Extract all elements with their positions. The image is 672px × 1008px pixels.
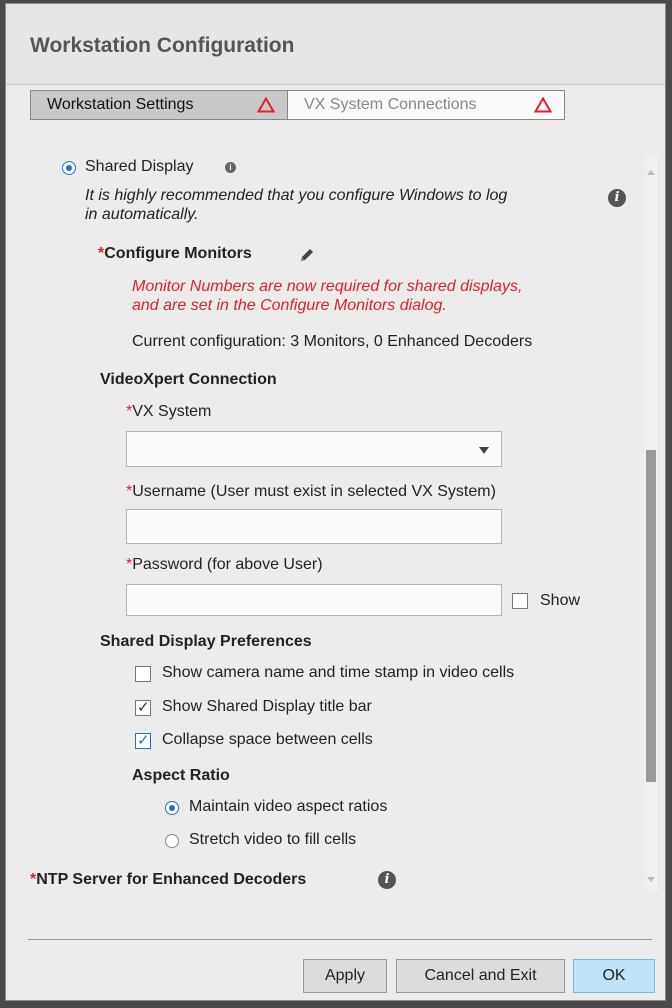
collapse-space-checkbox[interactable] [135, 731, 151, 749]
stretch-video-label: Stretch video to fill cells [189, 831, 357, 848]
vx-system-label: *VX System [126, 403, 211, 421]
show-camera-name-label: Show camera name and time stamp in video… [162, 664, 515, 681]
password-label: *Password (for above User) [126, 556, 323, 574]
tab-workstation-settings-label: Workstation Settings [47, 96, 194, 113]
ntp-server-label: NTP Server for Enhanced Decoders [36, 871, 307, 888]
autologin-hint-line2: in automatically. [85, 206, 199, 223]
tab-bar: Workstation Settings VX System Connectio… [30, 90, 565, 120]
workstation-configuration-dialog: Workstation Configuration Workstation Se… [5, 3, 666, 1001]
info-icon[interactable]: i [225, 162, 236, 173]
dialog-title: Workstation Configuration [30, 34, 295, 57]
shared-display-label: Shared Display [85, 158, 194, 175]
monitor-numbers-warning-line2: and are set in the Configure Monitors di… [132, 297, 447, 314]
show-title-bar-checkbox[interactable] [135, 698, 151, 716]
vertical-scrollbar[interactable] [644, 154, 658, 892]
scrollbar-thumb[interactable] [646, 450, 656, 782]
warning-triangle-icon [534, 97, 552, 113]
maintain-aspect-radio[interactable] [165, 801, 179, 815]
username-label-text: Username (User must exist in selected VX… [132, 483, 496, 500]
current-configuration-text: Current configuration: 3 Monitors, 0 Enh… [132, 333, 533, 350]
info-icon[interactable]: i [378, 871, 396, 889]
scroll-down-arrow-icon[interactable] [647, 877, 655, 882]
configure-monitors-heading[interactable]: *Configure Monitors [98, 245, 252, 263]
shared-display-preferences-heading: Shared Display Preferences [100, 633, 312, 650]
apply-button[interactable]: Apply [303, 959, 387, 993]
footer-divider [28, 939, 652, 940]
password-label-text: Password (for above User) [132, 556, 323, 573]
stretch-video-radio[interactable] [165, 834, 179, 848]
cancel-and-exit-button[interactable]: Cancel and Exit [396, 959, 565, 993]
show-password-label: Show [540, 592, 581, 609]
show-camera-name-checkbox[interactable] [135, 666, 151, 682]
videoxpert-connection-heading: VideoXpert Connection [100, 371, 277, 388]
pencil-edit-icon[interactable] [298, 246, 316, 264]
ok-button[interactable]: OK [573, 959, 655, 993]
aspect-ratio-heading: Aspect Ratio [132, 767, 230, 784]
vx-system-select[interactable] [126, 431, 502, 467]
username-label: *Username (User must exist in selected V… [126, 483, 496, 501]
info-icon[interactable]: i [608, 189, 626, 207]
collapse-space-label: Collapse space between cells [162, 731, 373, 748]
username-input[interactable] [126, 509, 502, 544]
configure-monitors-label: Configure Monitors [104, 245, 252, 262]
vx-system-label-text: VX System [132, 403, 212, 420]
dialog-titlebar: Workstation Configuration [6, 4, 665, 85]
chevron-down-icon [479, 447, 489, 454]
settings-scroll-area: Shared Display i It is highly recommende… [6, 144, 656, 889]
ntp-server-heading: *NTP Server for Enhanced Decoders [30, 871, 306, 889]
autologin-hint-line1: It is highly recommended that you config… [85, 187, 508, 204]
tab-workstation-settings[interactable]: Workstation Settings [30, 90, 288, 120]
monitor-numbers-warning-line1: Monitor Numbers are now required for sha… [132, 278, 523, 295]
password-input[interactable] [126, 584, 502, 616]
show-password-checkbox[interactable] [512, 593, 528, 609]
show-title-bar-label: Show Shared Display title bar [162, 698, 372, 715]
warning-triangle-icon [257, 97, 275, 113]
tab-vx-system-connections-label: VX System Connections [304, 96, 477, 113]
maintain-aspect-label: Maintain video aspect ratios [189, 798, 388, 815]
tab-vx-system-connections[interactable]: VX System Connections [288, 90, 565, 120]
scroll-up-arrow-icon[interactable] [647, 170, 655, 175]
shared-display-radio[interactable] [62, 161, 76, 175]
